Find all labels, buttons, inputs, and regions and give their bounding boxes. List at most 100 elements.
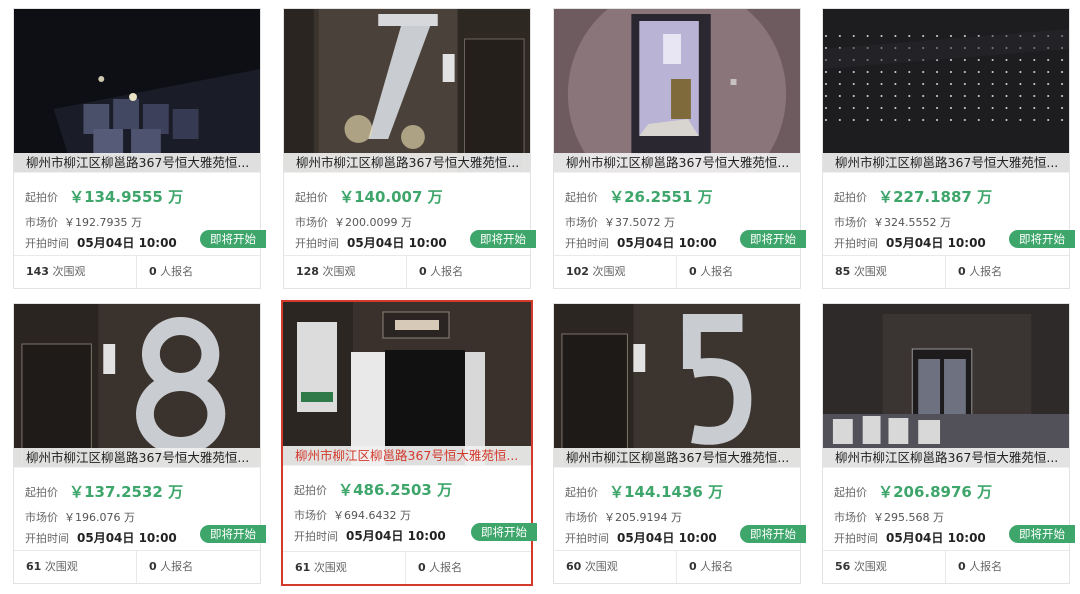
property-title[interactable]: 柳州市柳江区柳邕路367号恒大雅苑恒... <box>554 448 800 468</box>
start-price-value: ￥134.9555 万 <box>69 188 184 206</box>
start-time-label: 开拍时间 <box>25 237 69 250</box>
market-price-label: 市场价 <box>565 216 598 229</box>
auction-grid: 柳州市柳江区柳邕路367号恒大雅苑恒... 起拍价 ￥134.9555 万 市场… <box>0 0 1080 594</box>
market-price-value: ￥324.5552 万 <box>873 216 951 229</box>
footer-divider <box>945 551 946 583</box>
start-time-row: 开拍时间 05月04日 10:00 <box>25 234 177 251</box>
card-footer: 60 次围观 0 人报名 <box>554 550 800 583</box>
start-time-row: 开拍时间 05月04日 10:00 <box>294 527 446 544</box>
start-time-label: 开拍时间 <box>834 237 878 250</box>
start-time-label: 开拍时间 <box>565 237 609 250</box>
start-time-value: 05月04日 10:00 <box>347 236 447 250</box>
property-photo[interactable] <box>14 304 260 467</box>
status-badge: 即将开始 <box>471 523 537 541</box>
property-photo[interactable] <box>554 9 800 172</box>
footer-divider <box>676 551 677 583</box>
footer-divider <box>945 256 946 288</box>
signups-count: 0 人报名 <box>958 560 1003 573</box>
auction-card[interactable]: 柳州市柳江区柳邕路367号恒大雅苑恒... 起拍价 ￥144.1436 万 市场… <box>553 303 806 584</box>
market-price-row: 市场价 ￥196.076 万 <box>25 509 135 525</box>
card-footer: 61 次围观 0 人报名 <box>14 550 260 583</box>
market-price-label: 市场价 <box>834 216 867 229</box>
property-photo[interactable] <box>14 9 260 172</box>
start-time-value: 05月04日 10:00 <box>886 236 986 250</box>
footer-divider <box>136 256 137 288</box>
market-price-row: 市场价 ￥37.5072 万 <box>565 214 675 230</box>
start-time-value: 05月04日 10:00 <box>77 531 177 545</box>
market-price-value: ￥200.0099 万 <box>334 216 412 229</box>
start-time-row: 开拍时间 05月04日 10:00 <box>565 529 717 546</box>
property-photo[interactable] <box>554 304 800 467</box>
start-price-label: 起拍价 <box>834 190 867 204</box>
auction-card[interactable]: 柳州市柳江区柳邕路367号恒大雅苑恒... 起拍价 ￥206.8976 万 市场… <box>822 303 1075 584</box>
market-price-value: ￥295.568 万 <box>873 511 944 524</box>
start-time-row: 开拍时间 05月04日 10:00 <box>25 529 177 546</box>
start-time-row: 开拍时间 05月04日 10:00 <box>834 234 986 251</box>
status-badge: 即将开始 <box>1009 525 1075 543</box>
start-time-value: 05月04日 10:00 <box>617 531 717 545</box>
start-price-label: 起拍价 <box>294 483 327 497</box>
market-price-value: ￥37.5072 万 <box>604 216 675 229</box>
property-photo[interactable] <box>823 9 1069 172</box>
card-footer: 61 次围观 0 人报名 <box>283 551 531 584</box>
market-price-value: ￥694.6432 万 <box>333 509 411 522</box>
signups-count: 0 人报名 <box>419 265 464 278</box>
start-time-value: 05月04日 10:00 <box>886 531 986 545</box>
signups-count: 0 人报名 <box>958 265 1003 278</box>
signups-count: 0 人报名 <box>149 265 194 278</box>
market-price-value: ￥196.076 万 <box>64 511 135 524</box>
property-title[interactable]: 柳州市柳江区柳邕路367号恒大雅苑恒... <box>823 153 1069 173</box>
property-title[interactable]: 柳州市柳江区柳邕路367号恒大雅苑恒... <box>823 448 1069 468</box>
start-price-label: 起拍价 <box>565 190 598 204</box>
auction-card[interactable]: 柳州市柳江区柳邕路367号恒大雅苑恒... 起拍价 ￥140.007 万 市场价… <box>283 8 536 289</box>
market-price-row: 市场价 ￥295.568 万 <box>834 509 944 525</box>
views-count: 85 次围观 <box>835 265 887 278</box>
property-photo[interactable] <box>283 302 531 465</box>
market-price-label: 市场价 <box>25 216 58 229</box>
views-count: 61 次围观 <box>295 561 347 574</box>
auction-card[interactable]: 柳州市柳江区柳邕路367号恒大雅苑恒... 起拍价 ￥137.2532 万 市场… <box>13 303 266 584</box>
footer-divider <box>136 551 137 583</box>
views-count: 60 次围观 <box>566 560 618 573</box>
start-time-label: 开拍时间 <box>294 530 338 543</box>
status-badge: 即将开始 <box>470 230 536 248</box>
property-photo[interactable] <box>823 304 1069 467</box>
signups-count: 0 人报名 <box>418 561 463 574</box>
market-price-label: 市场价 <box>565 511 598 524</box>
market-price-row: 市场价 ￥200.0099 万 <box>295 214 412 230</box>
market-price-value: ￥192.7935 万 <box>64 216 142 229</box>
start-price-row: 起拍价 ￥227.1887 万 <box>834 186 992 212</box>
auction-card-selected[interactable]: 柳州市柳江区柳邕路367号恒大雅苑恒... 起拍价 ￥486.2503 万 市场… <box>281 300 537 586</box>
market-price-row: 市场价 ￥324.5552 万 <box>834 214 951 230</box>
status-badge: 即将开始 <box>200 230 266 248</box>
start-price-label: 起拍价 <box>565 485 598 499</box>
property-title[interactable]: 柳州市柳江区柳邕路367号恒大雅苑恒... <box>284 153 530 173</box>
status-badge: 即将开始 <box>740 525 806 543</box>
property-title[interactable]: 柳州市柳江区柳邕路367号恒大雅苑恒... <box>14 153 260 173</box>
start-price-value: ￥140.007 万 <box>339 188 443 206</box>
start-price-value: ￥227.1887 万 <box>878 188 993 206</box>
footer-divider <box>405 552 406 584</box>
start-price-value: ￥206.8976 万 <box>878 483 993 501</box>
start-price-row: 起拍价 ￥26.2551 万 <box>565 186 713 212</box>
market-price-row: 市场价 ￥205.9194 万 <box>565 509 682 525</box>
views-count: 102 次围观 <box>566 265 626 278</box>
start-price-row: 起拍价 ￥137.2532 万 <box>25 481 183 507</box>
start-price-value: ￥26.2551 万 <box>609 188 713 206</box>
auction-card[interactable]: 柳州市柳江区柳邕路367号恒大雅苑恒... 起拍价 ￥134.9555 万 市场… <box>13 8 266 289</box>
start-price-row: 起拍价 ￥486.2503 万 <box>294 479 452 505</box>
card-footer: 143 次围观 0 人报名 <box>14 255 260 288</box>
signups-count: 0 人报名 <box>689 560 734 573</box>
property-photo[interactable] <box>284 9 530 172</box>
property-title[interactable]: 柳州市柳江区柳邕路367号恒大雅苑恒... <box>14 448 260 468</box>
property-title[interactable]: 柳州市柳江区柳邕路367号恒大雅苑恒... <box>554 153 800 173</box>
signups-count: 0 人报名 <box>689 265 734 278</box>
market-price-row: 市场价 ￥694.6432 万 <box>294 507 411 523</box>
start-time-label: 开拍时间 <box>25 532 69 545</box>
auction-card[interactable]: 柳州市柳江区柳邕路367号恒大雅苑恒... 起拍价 ￥227.1887 万 市场… <box>822 8 1075 289</box>
status-badge: 即将开始 <box>740 230 806 248</box>
signups-count: 0 人报名 <box>149 560 194 573</box>
property-title[interactable]: 柳州市柳江区柳邕路367号恒大雅苑恒... <box>283 446 531 466</box>
views-count: 56 次围观 <box>835 560 887 573</box>
auction-card[interactable]: 柳州市柳江区柳邕路367号恒大雅苑恒... 起拍价 ￥26.2551 万 市场价… <box>553 8 806 289</box>
